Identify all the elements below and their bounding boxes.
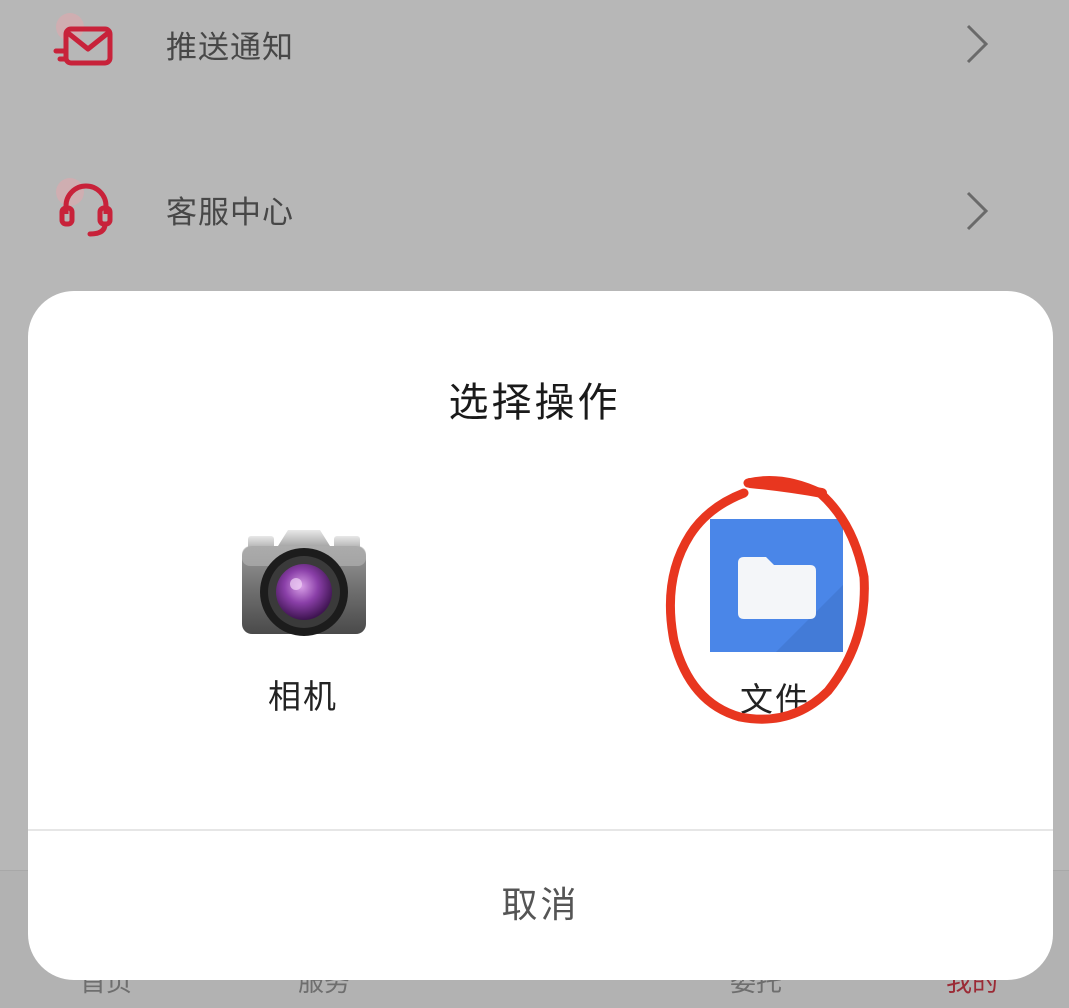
chevron-right-icon bbox=[966, 191, 989, 231]
chevron-right-icon bbox=[966, 24, 989, 64]
list-item-customer-service[interactable]: 客服中心 bbox=[0, 147, 1069, 267]
mail-icon bbox=[53, 13, 113, 66]
list-item-label: 推送通知 bbox=[166, 30, 294, 66]
option-label: 文件 bbox=[740, 680, 810, 719]
option-camera[interactable]: 相机 bbox=[230, 520, 376, 720]
headset-icon bbox=[56, 178, 113, 237]
folder-icon bbox=[710, 519, 843, 652]
option-files[interactable]: 文件 bbox=[700, 505, 860, 719]
camera-icon bbox=[242, 530, 366, 636]
list-item-label: 客服中心 bbox=[166, 195, 294, 231]
sheet-title: 选择操作 bbox=[448, 380, 621, 426]
cancel-button[interactable]: 取消 bbox=[28, 831, 1053, 980]
option-label: 相机 bbox=[268, 677, 338, 716]
list-item-push-notifications[interactable]: 推送通知 bbox=[0, 0, 1069, 102]
